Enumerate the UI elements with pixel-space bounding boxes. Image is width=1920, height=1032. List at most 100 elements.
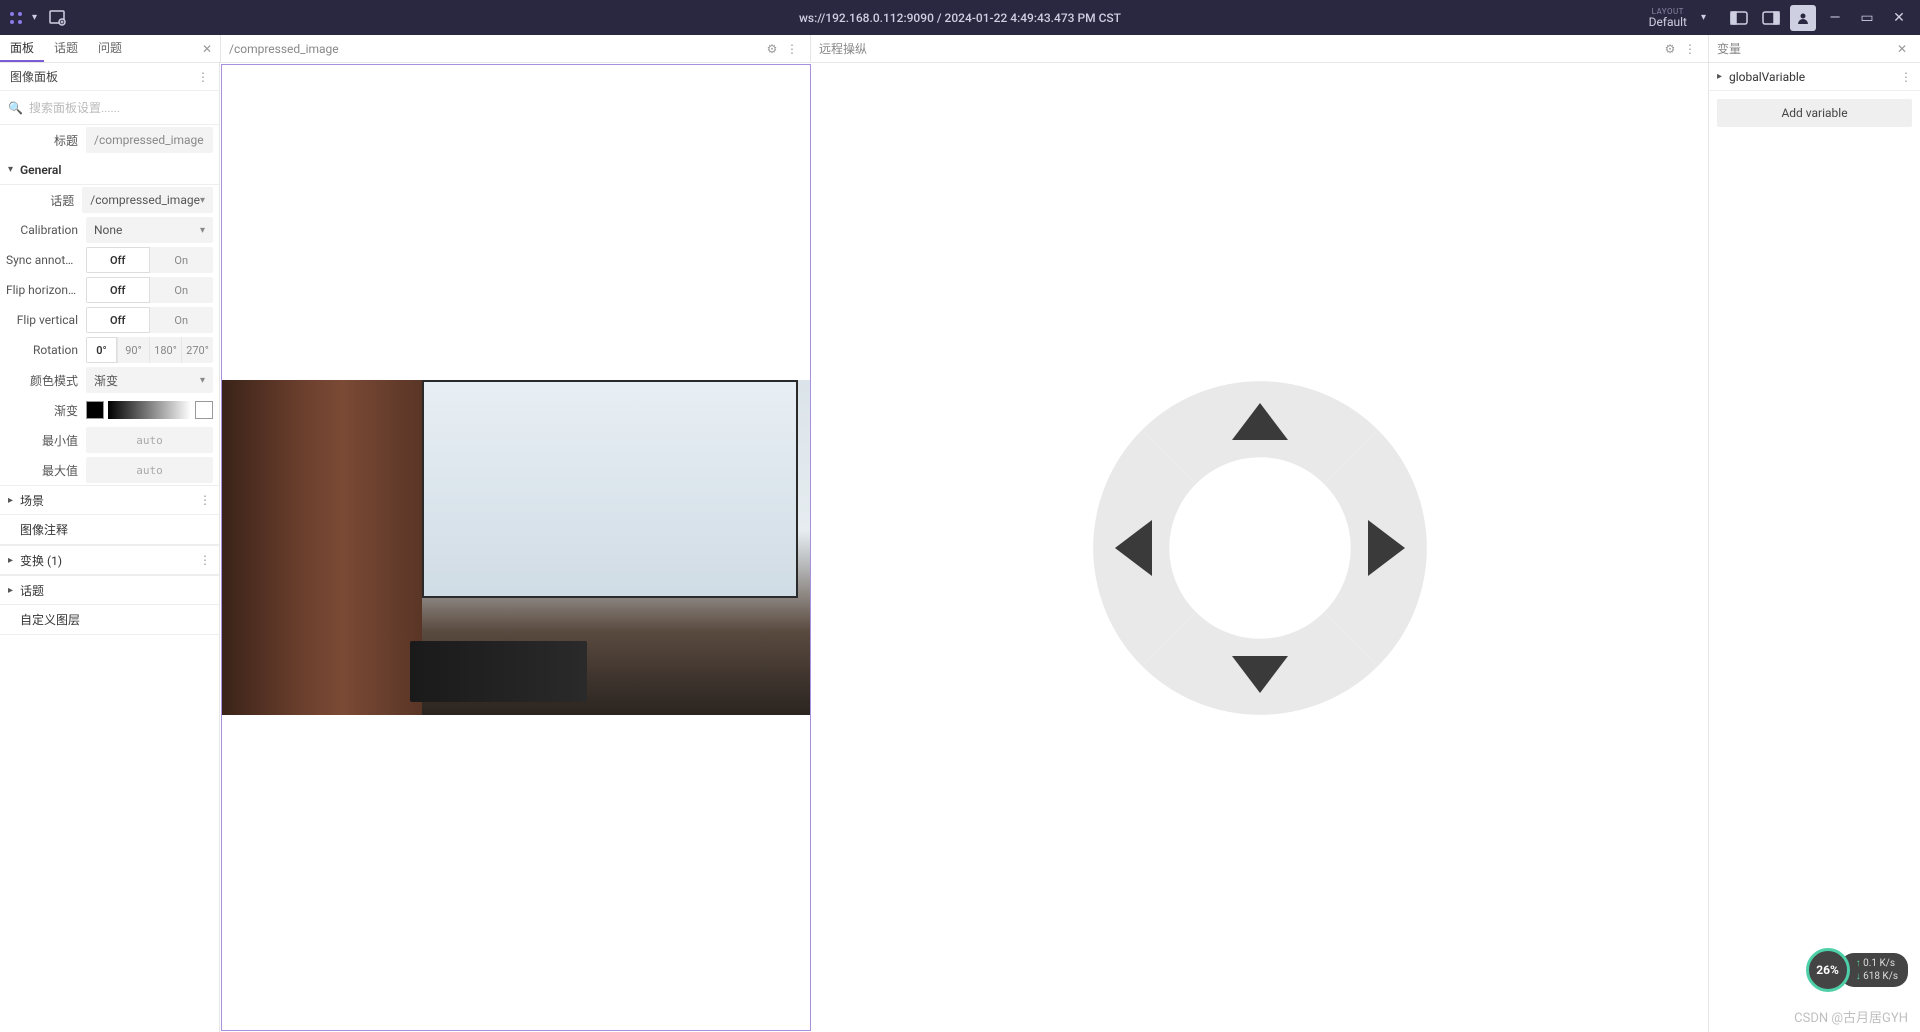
teleop-panel [812, 63, 1708, 1032]
main-content: 图像面板 ⋮ 🔍 标题 /compressed_image ▾ General … [0, 63, 1920, 1032]
search-input[interactable] [29, 101, 211, 115]
upload-rate: 0.1 K/s [1856, 957, 1898, 970]
section-scene-label: 场景 [20, 492, 44, 509]
topic-select-value: /compressed_image [90, 193, 200, 207]
layout-selector[interactable]: LAYOUT Default [1649, 8, 1687, 28]
rotation-label: Rotation [6, 343, 86, 357]
rotation-segmented[interactable]: 0° 90° 180° 270° [86, 337, 213, 363]
topic-select[interactable]: /compressed_image ▾ [82, 187, 213, 213]
color-mode-value: 渐变 [94, 372, 118, 389]
settings-sidebar: 图像面板 ⋮ 🔍 标题 /compressed_image ▾ General … [0, 63, 220, 1032]
title-input[interactable]: /compressed_image [86, 127, 213, 153]
add-panel-icon[interactable] [45, 6, 69, 30]
variable-item[interactable]: ▸ globalVariable ⋮ [1709, 63, 1920, 91]
section-custom-layers-label: 自定义图层 [20, 611, 80, 628]
camera-image [222, 380, 810, 715]
section-image-annotation[interactable]: 图像注释 [0, 515, 219, 545]
section-custom-layers[interactable]: 自定义图层 [0, 605, 219, 635]
rotation-180[interactable]: 180° [150, 337, 182, 363]
color-mode-select[interactable]: 渐变 ▾ [86, 367, 213, 393]
max-label: 最大值 [6, 462, 86, 479]
toggle-on[interactable]: On [150, 307, 214, 333]
dpad [1060, 348, 1460, 748]
sidebar-search[interactable]: 🔍 [0, 91, 219, 125]
flip-h-toggle[interactable]: Off On [86, 277, 213, 303]
section-more-icon[interactable]: ⋮ [199, 493, 211, 507]
flip-v-toggle[interactable]: Off On [86, 307, 213, 333]
variables-title: 变量 [1717, 40, 1892, 57]
section-general[interactable]: ▾ General [0, 155, 219, 185]
section-topics[interactable]: ▸ 话题 [0, 575, 219, 605]
toggle-off[interactable]: Off [86, 277, 150, 303]
section-annotation-label: 图像注释 [20, 521, 68, 538]
variables-close-icon[interactable]: ✕ [1892, 39, 1912, 59]
secondary-bar: 面板 话题 问题 ✕ /compressed_image ⚙ ⋮ 远程操纵 ⚙ … [0, 35, 1920, 63]
rotation-270[interactable]: 270° [182, 337, 213, 363]
window-close-icon[interactable]: ✕ [1886, 5, 1912, 31]
section-general-label: General [20, 163, 61, 177]
sidebar-more-icon[interactable]: ⋮ [197, 70, 209, 84]
add-variable-button[interactable]: Add variable [1717, 99, 1912, 127]
app-menu-caret-icon[interactable]: ▾ [32, 12, 37, 23]
calibration-select[interactable]: None ▾ [86, 217, 213, 243]
tab-panel[interactable]: 面板 [0, 35, 44, 62]
sidebar-tabs: 面板 话题 问题 ✕ [0, 35, 220, 62]
chevron-right-icon: ▸ [8, 495, 20, 506]
tab-topics[interactable]: 话题 [44, 35, 88, 62]
toggle-off[interactable]: Off [86, 247, 150, 273]
chevron-right-icon: ▸ [8, 555, 20, 566]
gradient-start-swatch[interactable] [86, 401, 104, 419]
gradient-end-swatch[interactable] [195, 401, 213, 419]
watermark: CSDN @古月居GYH [1794, 1007, 1908, 1026]
gradient-bar [108, 401, 191, 419]
sync-annotations-toggle[interactable]: Off On [86, 247, 213, 273]
account-button[interactable] [1790, 5, 1816, 31]
network-badge[interactable]: 26% 0.1 K/s 618 K/s [1806, 948, 1908, 992]
panel-menu-icon[interactable]: ⋮ [782, 39, 802, 59]
rotation-0[interactable]: 0° [86, 337, 118, 363]
section-transform-label: 变换 (1) [20, 552, 62, 569]
network-stats: 0.1 K/s 618 K/s [1840, 953, 1908, 987]
section-more-icon[interactable]: ⋮ [199, 553, 211, 567]
variable-name: globalVariable [1729, 70, 1805, 84]
min-input[interactable]: auto [86, 427, 213, 453]
window-maximize-icon[interactable]: ▭ [1854, 5, 1880, 31]
chevron-right-icon: ▸ [1717, 71, 1729, 82]
window-minimize-icon[interactable]: ― [1822, 5, 1848, 31]
rotation-90[interactable]: 90° [118, 337, 150, 363]
gradient-control[interactable] [86, 397, 213, 423]
search-icon: 🔍 [8, 101, 23, 115]
color-mode-label: 颜色模式 [6, 372, 86, 389]
toggle-off[interactable]: Off [86, 307, 150, 333]
sidebar-close-icon[interactable]: ✕ [194, 35, 220, 62]
section-transform[interactable]: ▸ 变换 (1) ⋮ [0, 545, 219, 575]
variables-panel-header: 变量 ✕ [1708, 35, 1920, 62]
cpu-ring: 26% [1806, 948, 1850, 992]
variables-panel: ▸ globalVariable ⋮ Add variable [1708, 63, 1920, 1032]
layout-caret-icon[interactable]: ▾ [1701, 12, 1706, 23]
toggle-on[interactable]: On [150, 277, 214, 303]
sidebar-title-row: 图像面板 ⋮ [0, 63, 219, 91]
download-rate: 618 K/s [1856, 970, 1898, 983]
panel-menu-icon[interactable]: ⋮ [1680, 39, 1700, 59]
right-sidebar-toggle-icon[interactable] [1758, 5, 1784, 31]
section-scene[interactable]: ▸ 场景 ⋮ [0, 485, 219, 515]
min-label: 最小值 [6, 432, 86, 449]
image-panel-header: /compressed_image ⚙ ⋮ [220, 35, 810, 62]
image-panel [221, 64, 811, 1031]
max-input[interactable]: auto [86, 457, 213, 483]
left-sidebar-toggle-icon[interactable] [1726, 5, 1752, 31]
panel-settings-icon[interactable]: ⚙ [762, 39, 782, 59]
panel-settings-icon[interactable]: ⚙ [1660, 39, 1680, 59]
flip-h-label: Flip horizontal [6, 283, 86, 297]
tab-problems[interactable]: 问题 [88, 35, 132, 62]
gradient-label: 渐变 [6, 402, 86, 419]
teleop-panel-header: 远程操纵 ⚙ ⋮ [810, 35, 1708, 62]
toggle-on[interactable]: On [150, 247, 214, 273]
app-logo-icon[interactable] [8, 10, 24, 26]
variable-more-icon[interactable]: ⋮ [1900, 70, 1912, 84]
topic-label: 话题 [6, 192, 82, 209]
chevron-down-icon: ▾ [200, 375, 205, 386]
sidebar-title: 图像面板 [10, 68, 58, 85]
image-viewport[interactable] [222, 65, 810, 1030]
